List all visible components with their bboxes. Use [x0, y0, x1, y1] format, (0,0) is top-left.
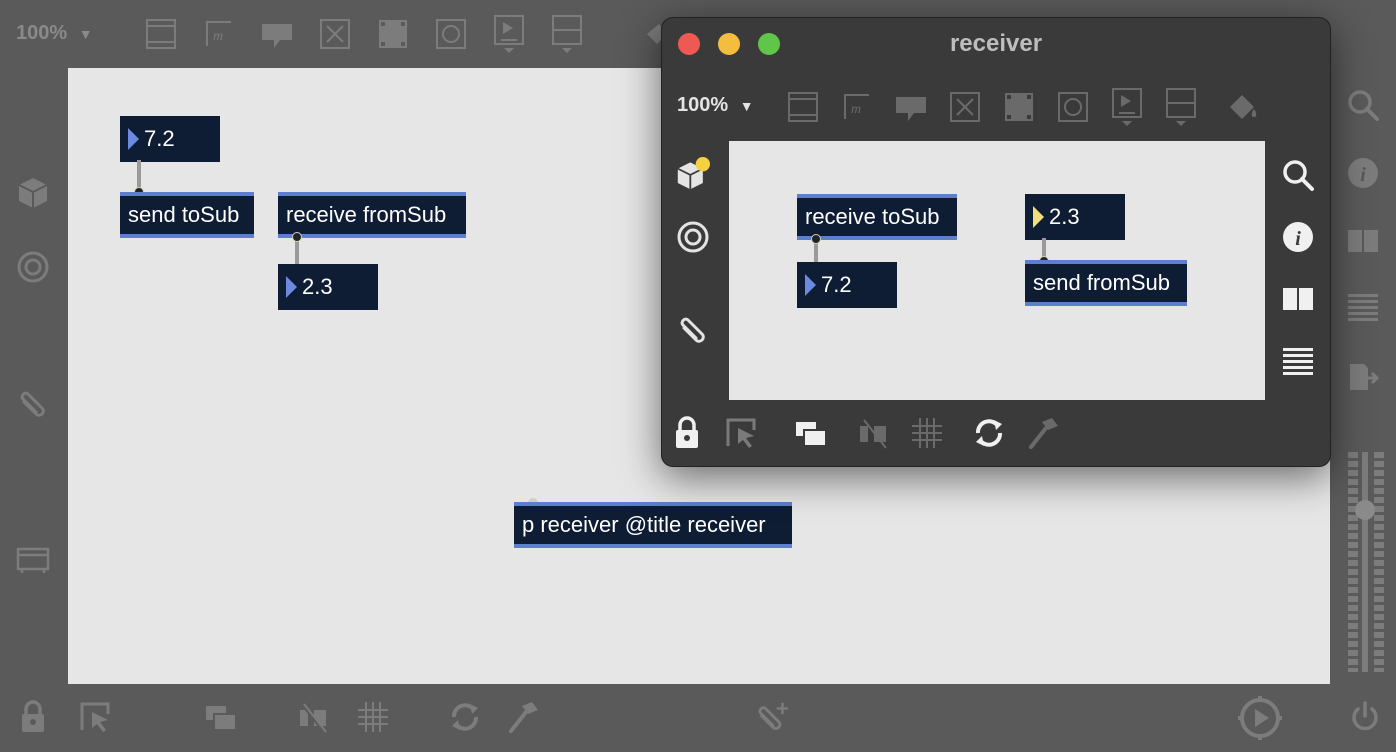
- grid-icon[interactable]: [910, 416, 944, 450]
- meter-left-channel: [1348, 452, 1358, 672]
- export-icon[interactable]: [1346, 360, 1380, 394]
- chevron-down-icon: ▼: [739, 98, 754, 114]
- target-icon[interactable]: [676, 220, 710, 254]
- number-value: 7.2: [821, 272, 852, 297]
- debug-hammer-icon[interactable]: [506, 700, 540, 734]
- present-icon[interactable]: [204, 700, 238, 734]
- book-icon[interactable]: [1346, 224, 1380, 258]
- message-icon[interactable]: m: [840, 90, 874, 124]
- presentation-icon[interactable]: [144, 17, 178, 51]
- info-icon[interactable]: i: [1281, 220, 1315, 254]
- toggle-icon[interactable]: [948, 90, 982, 124]
- subpatcher-object[interactable]: p receiver @title receiver: [514, 502, 792, 548]
- receive-object[interactable]: receive fromSub: [278, 192, 466, 238]
- package-icon[interactable]: [676, 157, 710, 191]
- window-title: receiver: [949, 30, 1043, 57]
- zoom-label: 100%: [16, 22, 68, 44]
- list-icon[interactable]: [1281, 344, 1315, 378]
- svg-text:i: i: [1360, 164, 1366, 186]
- present-icon[interactable]: [794, 416, 828, 450]
- zoom-menu[interactable]: 100% ▼: [16, 22, 93, 45]
- send-object[interactable]: send toSub: [120, 192, 254, 238]
- paperclip-icon[interactable]: [676, 314, 710, 348]
- number-triangle-icon: [286, 276, 297, 298]
- live-icon[interactable]: [1110, 88, 1144, 126]
- outlet-dot[interactable]: [292, 232, 302, 242]
- refresh-icon[interactable]: [448, 700, 482, 734]
- gain-slider-knob[interactable]: [1355, 500, 1375, 520]
- chevron-down-icon: ▼: [78, 26, 93, 42]
- number-box-send[interactable]: 2.3: [1025, 194, 1125, 240]
- object-text: send toSub: [128, 202, 240, 227]
- comment-icon[interactable]: [894, 90, 928, 124]
- package-icon[interactable]: [16, 176, 50, 210]
- comment-icon[interactable]: [260, 17, 294, 51]
- receive-object[interactable]: receive toSub: [797, 194, 957, 240]
- message-icon[interactable]: m: [202, 17, 236, 51]
- number-box-received[interactable]: 7.2: [797, 262, 897, 308]
- zoom-menu[interactable]: 100% ▼: [677, 94, 754, 117]
- button-icon[interactable]: [1002, 90, 1036, 124]
- svg-text:m: m: [851, 102, 861, 117]
- add-paperclip-icon[interactable]: [756, 700, 790, 734]
- arrow-select-icon[interactable]: [724, 416, 758, 450]
- bang-icon[interactable]: [1056, 90, 1090, 124]
- number-value: 2.3: [1049, 204, 1080, 229]
- number-box-bottom[interactable]: 2.3: [278, 264, 378, 310]
- object-text: p receiver @title receiver: [522, 512, 766, 537]
- lock-icon[interactable]: [670, 416, 704, 450]
- refresh-icon[interactable]: [972, 416, 1006, 450]
- paperclip-icon[interactable]: [16, 388, 50, 422]
- number-value: 7.2: [144, 126, 175, 151]
- hide-icon[interactable]: [296, 700, 330, 734]
- object-text: receive toSub: [805, 204, 940, 229]
- window-titlebar[interactable]: receiver: [662, 18, 1330, 70]
- info-icon[interactable]: i: [1346, 156, 1380, 190]
- object-text: receive fromSub: [286, 202, 447, 227]
- live-icon[interactable]: [492, 15, 526, 53]
- arrow-select-icon[interactable]: [78, 700, 112, 734]
- lock-icon[interactable]: [16, 700, 50, 734]
- number-triangle-icon: [128, 128, 139, 150]
- presentation-icon[interactable]: [786, 90, 820, 124]
- number-box-top[interactable]: 7.2: [120, 116, 220, 162]
- level-meter[interactable]: [1346, 452, 1386, 672]
- search-icon[interactable]: [1281, 158, 1315, 192]
- send-object[interactable]: send fromSub: [1025, 260, 1187, 306]
- subpatcher-window[interactable]: receiver 100% ▼ m i receive toSub 7.2 2.…: [661, 17, 1331, 467]
- gain-slider-track: [1362, 452, 1368, 672]
- debug-hammer-icon[interactable]: [1026, 416, 1060, 450]
- toggle-icon[interactable]: [318, 17, 352, 51]
- book-icon[interactable]: [1281, 282, 1315, 316]
- meter-right-channel: [1374, 452, 1384, 672]
- outlet-dot[interactable]: [811, 234, 821, 244]
- svg-text:m: m: [213, 29, 223, 44]
- audio-icon[interactable]: [1238, 696, 1282, 740]
- grid-icon[interactable]: [356, 700, 390, 734]
- zoom-label: 100%: [677, 94, 729, 116]
- slider-icon[interactable]: [1164, 88, 1198, 126]
- number-value: 2.3: [302, 274, 333, 299]
- paint-bucket-icon[interactable]: [1226, 90, 1260, 124]
- search-icon[interactable]: [1346, 88, 1380, 122]
- slider-icon[interactable]: [550, 15, 584, 53]
- list-icon[interactable]: [1346, 290, 1380, 324]
- svg-text:i: i: [1295, 228, 1301, 250]
- hide-icon[interactable]: [856, 416, 890, 450]
- target-icon[interactable]: [16, 250, 50, 284]
- inspector-tray-icon[interactable]: [16, 542, 50, 576]
- button-icon[interactable]: [376, 17, 410, 51]
- number-triangle-icon: [805, 274, 816, 296]
- bang-icon[interactable]: [434, 17, 468, 51]
- number-triangle-icon: [1033, 206, 1044, 228]
- power-icon[interactable]: [1348, 700, 1382, 734]
- object-text: send fromSub: [1033, 270, 1170, 295]
